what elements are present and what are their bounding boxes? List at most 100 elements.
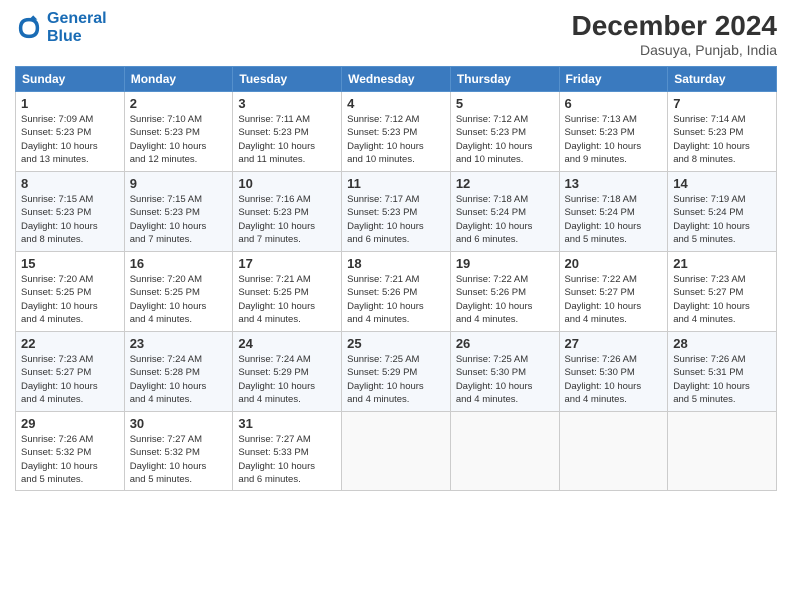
- day-info: Sunrise: 7:18 AMSunset: 5:24 PMDaylight:…: [565, 193, 663, 246]
- day-number: 11: [347, 176, 445, 191]
- day-header-wednesday: Wednesday: [342, 67, 451, 92]
- day-cell-10: 10 Sunrise: 7:16 AMSunset: 5:23 PMDayligh…: [233, 172, 342, 252]
- month-title: December 2024: [572, 10, 777, 42]
- day-number: 1: [21, 96, 119, 111]
- day-number: 26: [456, 336, 554, 351]
- empty-cell: [450, 412, 559, 491]
- day-number: 30: [130, 416, 228, 431]
- day-cell-26: 26 Sunrise: 7:25 AMSunset: 5:30 PMDayligh…: [450, 332, 559, 412]
- calendar: SundayMondayTuesdayWednesdayThursdayFrid…: [15, 66, 777, 491]
- day-header-sunday: Sunday: [16, 67, 125, 92]
- day-cell-20: 20 Sunrise: 7:22 AMSunset: 5:27 PMDayligh…: [559, 252, 668, 332]
- logo-icon: [15, 14, 43, 42]
- day-info: Sunrise: 7:21 AMSunset: 5:26 PMDaylight:…: [347, 273, 445, 326]
- day-info: Sunrise: 7:25 AMSunset: 5:29 PMDaylight:…: [347, 353, 445, 406]
- day-info: Sunrise: 7:20 AMSunset: 5:25 PMDaylight:…: [21, 273, 119, 326]
- day-header-friday: Friday: [559, 67, 668, 92]
- day-cell-6: 6 Sunrise: 7:13 AMSunset: 5:23 PMDaylight…: [559, 92, 668, 172]
- page: General Blue December 2024 Dasuya, Punja…: [0, 0, 792, 612]
- day-cell-2: 2 Sunrise: 7:10 AMSunset: 5:23 PMDaylight…: [124, 92, 233, 172]
- day-info: Sunrise: 7:13 AMSunset: 5:23 PMDaylight:…: [565, 113, 663, 166]
- day-number: 28: [673, 336, 771, 351]
- day-info: Sunrise: 7:11 AMSunset: 5:23 PMDaylight:…: [238, 113, 336, 166]
- header: General Blue December 2024 Dasuya, Punja…: [15, 10, 777, 58]
- day-number: 20: [565, 256, 663, 271]
- day-info: Sunrise: 7:23 AMSunset: 5:27 PMDaylight:…: [21, 353, 119, 406]
- day-header-monday: Monday: [124, 67, 233, 92]
- day-number: 23: [130, 336, 228, 351]
- day-info: Sunrise: 7:09 AMSunset: 5:23 PMDaylight:…: [21, 113, 119, 166]
- day-number: 5: [456, 96, 554, 111]
- day-info: Sunrise: 7:27 AMSunset: 5:33 PMDaylight:…: [238, 433, 336, 486]
- day-number: 19: [456, 256, 554, 271]
- day-cell-17: 17Sunrise: 7:21 AMSunset: 5:25 PMDayligh…: [233, 252, 342, 332]
- day-info: Sunrise: 7:24 AMSunset: 5:28 PMDaylight:…: [130, 353, 228, 406]
- empty-cell: [668, 412, 777, 491]
- day-number: 12: [456, 176, 554, 191]
- day-number: 21: [673, 256, 771, 271]
- title-block: December 2024 Dasuya, Punjab, India: [572, 10, 777, 58]
- day-cell-21: 21 Sunrise: 7:23 AMSunset: 5:27 PMDayligh…: [668, 252, 777, 332]
- day-number: 27: [565, 336, 663, 351]
- day-cell-23: 23 Sunrise: 7:24 AMSunset: 5:28 PMDayligh…: [124, 332, 233, 412]
- day-cell-28: 28 Sunrise: 7:26 AMSunset: 5:31 PMDayligh…: [668, 332, 777, 412]
- day-number: 6: [565, 96, 663, 111]
- day-info: Sunrise: 7:26 AMSunset: 5:32 PMDaylight:…: [21, 433, 119, 486]
- logo-line1: General: [47, 10, 107, 27]
- day-info: Sunrise: 7:25 AMSunset: 5:30 PMDaylight:…: [456, 353, 554, 406]
- day-cell-31: 31 Sunrise: 7:27 AMSunset: 5:33 PMDayligh…: [233, 412, 342, 491]
- day-cell-24: 24Sunrise: 7:24 AMSunset: 5:29 PMDayligh…: [233, 332, 342, 412]
- day-info: Sunrise: 7:24 AMSunset: 5:29 PMDaylight:…: [238, 353, 336, 406]
- logo: General Blue: [15, 10, 107, 45]
- day-number: 9: [130, 176, 228, 191]
- day-cell-13: 13 Sunrise: 7:18 AMSunset: 5:24 PMDayligh…: [559, 172, 668, 252]
- day-cell-11: 11Sunrise: 7:17 AMSunset: 5:23 PMDayligh…: [342, 172, 451, 252]
- day-cell-25: 25 Sunrise: 7:25 AMSunset: 5:29 PMDayligh…: [342, 332, 451, 412]
- day-info: Sunrise: 7:10 AMSunset: 5:23 PMDaylight:…: [130, 113, 228, 166]
- day-info: Sunrise: 7:26 AMSunset: 5:31 PMDaylight:…: [673, 353, 771, 406]
- day-info: Sunrise: 7:12 AMSunset: 5:23 PMDaylight:…: [456, 113, 554, 166]
- day-cell-9: 9 Sunrise: 7:15 AMSunset: 5:23 PMDaylight…: [124, 172, 233, 252]
- day-cell-14: 14 Sunrise: 7:19 AMSunset: 5:24 PMDayligh…: [668, 172, 777, 252]
- empty-cell: [342, 412, 451, 491]
- day-info: Sunrise: 7:22 AMSunset: 5:27 PMDaylight:…: [565, 273, 663, 326]
- day-number: 4: [347, 96, 445, 111]
- day-number: 13: [565, 176, 663, 191]
- day-number: 14: [673, 176, 771, 191]
- day-number: 10: [238, 176, 336, 191]
- day-cell-16: 16 Sunrise: 7:20 AMSunset: 5:25 PMDayligh…: [124, 252, 233, 332]
- day-header-tuesday: Tuesday: [233, 67, 342, 92]
- day-cell-19: 19 Sunrise: 7:22 AMSunset: 5:26 PMDayligh…: [450, 252, 559, 332]
- day-cell-30: 30Sunrise: 7:27 AMSunset: 5:32 PMDayligh…: [124, 412, 233, 491]
- day-number: 31: [238, 416, 336, 431]
- day-info: Sunrise: 7:14 AMSunset: 5:23 PMDaylight:…: [673, 113, 771, 166]
- day-cell-18: 18Sunrise: 7:21 AMSunset: 5:26 PMDayligh…: [342, 252, 451, 332]
- day-info: Sunrise: 7:16 AMSunset: 5:23 PMDaylight:…: [238, 193, 336, 246]
- day-cell-4: 4Sunrise: 7:12 AMSunset: 5:23 PMDaylight…: [342, 92, 451, 172]
- day-info: Sunrise: 7:19 AMSunset: 5:24 PMDaylight:…: [673, 193, 771, 246]
- day-cell-12: 12 Sunrise: 7:18 AMSunset: 5:24 PMDayligh…: [450, 172, 559, 252]
- day-number: 7: [673, 96, 771, 111]
- day-cell-3: 3 Sunrise: 7:11 AMSunset: 5:23 PMDaylight…: [233, 92, 342, 172]
- day-number: 17: [238, 256, 336, 271]
- day-number: 8: [21, 176, 119, 191]
- day-cell-29: 29Sunrise: 7:26 AMSunset: 5:32 PMDayligh…: [16, 412, 125, 491]
- day-header-saturday: Saturday: [668, 67, 777, 92]
- day-cell-7: 7 Sunrise: 7:14 AMSunset: 5:23 PMDaylight…: [668, 92, 777, 172]
- day-number: 2: [130, 96, 228, 111]
- day-number: 25: [347, 336, 445, 351]
- day-cell-5: 5 Sunrise: 7:12 AMSunset: 5:23 PMDaylight…: [450, 92, 559, 172]
- day-info: Sunrise: 7:20 AMSunset: 5:25 PMDaylight:…: [130, 273, 228, 326]
- day-info: Sunrise: 7:26 AMSunset: 5:30 PMDaylight:…: [565, 353, 663, 406]
- day-cell-27: 27 Sunrise: 7:26 AMSunset: 5:30 PMDayligh…: [559, 332, 668, 412]
- day-info: Sunrise: 7:22 AMSunset: 5:26 PMDaylight:…: [456, 273, 554, 326]
- day-info: Sunrise: 7:15 AMSunset: 5:23 PMDaylight:…: [130, 193, 228, 246]
- day-number: 16: [130, 256, 228, 271]
- day-cell-8: 8 Sunrise: 7:15 AMSunset: 5:23 PMDaylight…: [16, 172, 125, 252]
- day-info: Sunrise: 7:23 AMSunset: 5:27 PMDaylight:…: [673, 273, 771, 326]
- logo-text: General Blue: [47, 10, 107, 45]
- day-info: Sunrise: 7:18 AMSunset: 5:24 PMDaylight:…: [456, 193, 554, 246]
- day-info: Sunrise: 7:15 AMSunset: 5:23 PMDaylight:…: [21, 193, 119, 246]
- day-number: 15: [21, 256, 119, 271]
- day-number: 3: [238, 96, 336, 111]
